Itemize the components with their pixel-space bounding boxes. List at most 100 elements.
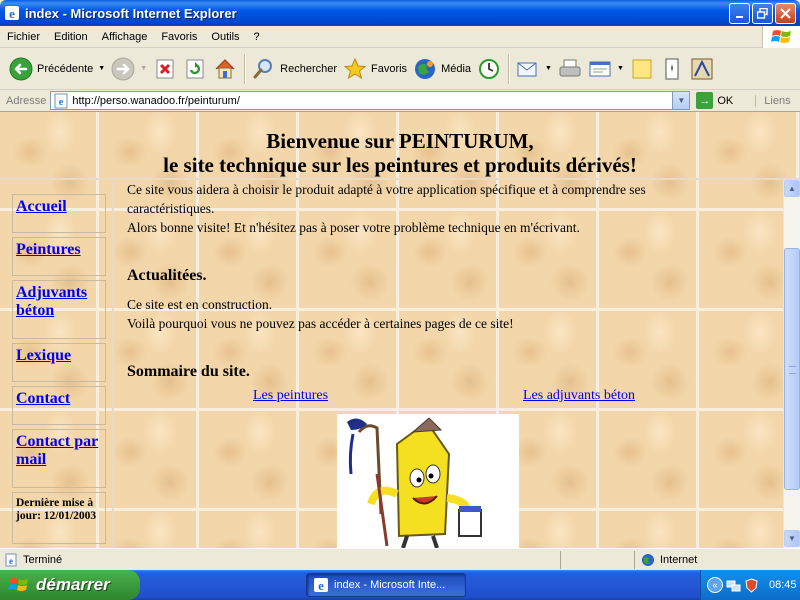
menu-favorites[interactable]: Favoris <box>154 27 204 47</box>
news-line1: Ce site est en construction. <box>127 297 273 312</box>
status-panel <box>560 551 634 569</box>
intro-line2: caractéristiques. <box>127 201 215 216</box>
restore-icon <box>757 8 768 19</box>
nav-link-contact[interactable]: Contact <box>16 390 70 407</box>
nav-link-peintures[interactable]: Peintures <box>16 241 81 258</box>
page-icon: e <box>54 93 68 108</box>
taskbar-item-ie[interactable]: e index - Microsoft Inte... <box>306 573 466 597</box>
back-label: Précédente <box>37 62 94 75</box>
globe-icon <box>642 554 654 566</box>
stop-icon <box>156 59 174 78</box>
address-input[interactable]: e http://perso.wanadoo.fr/peinturum/ ▼ <box>50 91 691 110</box>
scrollbar-grip-icon <box>789 366 796 374</box>
scrollbar-thumb[interactable] <box>784 248 800 490</box>
start-label: démarrer <box>36 575 110 594</box>
address-label: Adresse <box>6 94 47 107</box>
last-update: Dernière mise à jour: 12/01/2003 <box>12 492 106 544</box>
svg-text:e: e <box>9 6 15 21</box>
svg-text:e: e <box>59 97 64 108</box>
chevron-down-icon[interactable]: ▼ <box>98 65 105 72</box>
menu-view[interactable]: Affichage <box>95 27 155 47</box>
chevron-down-icon[interactable]: ▼ <box>617 65 624 72</box>
close-button[interactable] <box>775 3 796 24</box>
system-tray: « 08:45 <box>700 570 800 600</box>
minimize-button[interactable] <box>729 3 750 24</box>
nav-frame: Accueil Peintures Adjuvants béton Lexiqu… <box>2 182 114 548</box>
media-icon <box>415 58 436 79</box>
security-zone: Internet <box>634 551 800 569</box>
address-url[interactable]: http://perso.wanadoo.fr/peinturum/ <box>72 95 240 107</box>
discuss-button[interactable] <box>627 53 657 85</box>
page-title: Bienvenue sur PEINTURUM, le site techniq… <box>0 129 800 177</box>
link-peintures[interactable]: Les peintures <box>253 388 328 404</box>
nav-link-adjuvants[interactable]: Adjuvants béton <box>16 284 87 319</box>
nav-item-lexique: Lexique <box>12 343 106 382</box>
nav-link-accueil[interactable]: Accueil <box>16 198 67 215</box>
menu-bar: Fichier Edition Affichage Favoris Outils… <box>0 26 800 48</box>
clock[interactable]: 08:45 <box>769 579 797 591</box>
search-button[interactable]: Rechercher <box>249 53 340 85</box>
print-icon <box>559 59 581 76</box>
home-icon <box>215 58 235 78</box>
media-button[interactable]: Média <box>410 53 474 85</box>
back-arrow-icon <box>9 57 33 80</box>
back-button[interactable]: Précédente ▼ <box>6 53 108 85</box>
chevron-down-icon[interactable]: ▼ <box>140 65 147 72</box>
print-button[interactable] <box>555 53 585 85</box>
mail-button[interactable]: ▼ <box>513 53 555 85</box>
messenger-button[interactable] <box>657 53 687 85</box>
toolbar-separator <box>244 53 246 84</box>
intro-line1: Ce site vous aidera à choisir le produit… <box>127 182 646 197</box>
tray-expand-icon[interactable]: « <box>707 577 723 593</box>
mail-icon <box>517 62 537 76</box>
svg-text:e: e <box>9 556 13 566</box>
summary-heading: Sommaire du site. <box>127 363 250 380</box>
vertical-scrollbar[interactable]: ▲ ▼ <box>783 180 800 548</box>
chevron-down-icon[interactable]: ▼ <box>545 65 552 72</box>
window-title: index - Microsoft Internet Explorer <box>25 5 237 21</box>
menu-help[interactable]: ? <box>247 27 267 47</box>
toolbar: Précédente ▼ ▼ Rechercher Favoris Média … <box>0 48 800 90</box>
refresh-button[interactable] <box>180 53 210 85</box>
page-done-icon: e <box>5 553 17 566</box>
scroll-down-button[interactable]: ▼ <box>784 530 800 547</box>
home-button[interactable] <box>210 53 240 85</box>
stop-button[interactable] <box>150 53 180 85</box>
refresh-icon <box>186 59 204 78</box>
link-adjuvants[interactable]: Les adjuvants béton <box>523 388 635 404</box>
favorites-button[interactable]: Favoris <box>340 53 410 85</box>
maximize-button[interactable] <box>752 3 773 24</box>
menu-file[interactable]: Fichier <box>0 27 47 47</box>
links-button[interactable]: Liens <box>755 94 791 107</box>
search-icon <box>253 58 273 78</box>
menu-edit[interactable]: Edition <box>47 27 95 47</box>
research-button[interactable] <box>687 53 717 85</box>
start-button[interactable]: démarrer <box>0 570 140 600</box>
chevron-down-icon[interactable]: ▼ <box>672 92 690 109</box>
scroll-up-button[interactable]: ▲ <box>784 180 800 197</box>
nav-link-contact-mail[interactable]: Contact par mail <box>16 433 98 468</box>
edit-button[interactable]: ▼ <box>585 53 627 85</box>
menu-tools[interactable]: Outils <box>204 27 246 47</box>
forward-button[interactable]: ▼ <box>108 53 150 85</box>
ie-icon: e <box>5 6 19 21</box>
network-icon[interactable] <box>726 578 741 593</box>
toolbar-separator <box>508 53 510 84</box>
security-alert-icon[interactable] <box>744 577 759 593</box>
nav-link-lexique[interactable]: Lexique <box>16 347 71 364</box>
go-button[interactable]: → OK <box>696 92 733 109</box>
minimize-icon <box>735 15 743 18</box>
status-bar: e Terminé Internet <box>0 548 800 570</box>
svg-text:e: e <box>318 578 324 593</box>
page-viewport: Bienvenue sur PEINTURUM, le site techniq… <box>0 112 800 548</box>
history-button[interactable] <box>474 53 504 85</box>
nav-item-peintures: Peintures <box>12 237 106 276</box>
close-icon <box>780 8 791 19</box>
news-heading: Actualitées. <box>127 267 207 284</box>
history-icon <box>479 58 500 79</box>
title-bar[interactable]: e index - Microsoft Internet Explorer <box>0 0 800 26</box>
news-line2: Voilà pourquoi vous ne pouvez pas accéde… <box>127 316 514 331</box>
painter-mascot-image <box>337 414 519 548</box>
zone-label: Internet <box>660 554 698 566</box>
page-title-line1: Bienvenue sur PEINTURUM, <box>266 129 534 153</box>
